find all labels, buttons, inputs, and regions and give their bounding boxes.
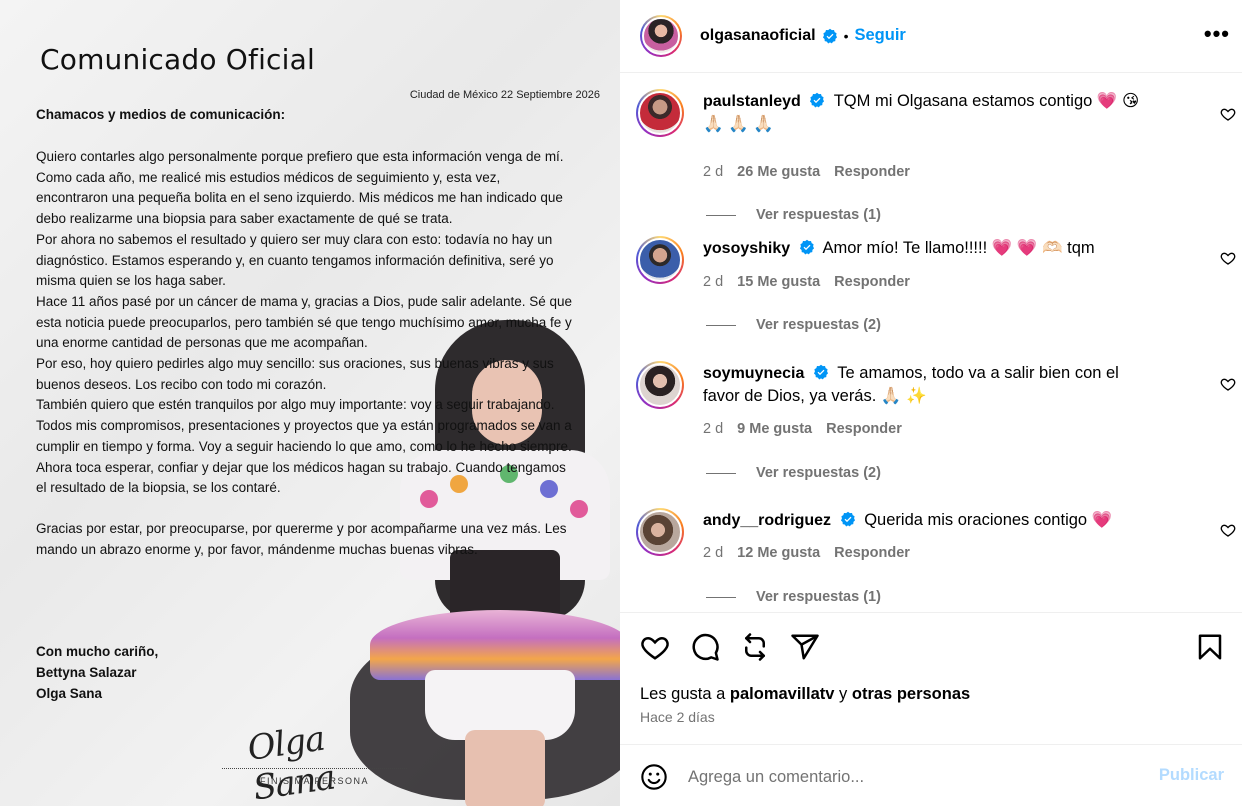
emoji-icon[interactable] — [640, 763, 668, 791]
comment-text-block: paulstanleyd TQM mi Olgasana estamos con… — [703, 90, 1158, 136]
publish-button[interactable]: Publicar — [1159, 766, 1224, 785]
document-paragraph: Por eso, hoy quiero pedirles algo muy se… — [36, 356, 554, 392]
post-actions: Les gusta a palomavillatv y otras person… — [620, 612, 1242, 806]
other-likers-link[interactable]: otras personas — [852, 685, 970, 703]
document-date: Ciudad de México 22 Septiembre 2026 — [409, 89, 600, 101]
commenter-username[interactable]: soymuynecia — [703, 365, 804, 382]
signature-caption: FINISIMA PERSONA — [259, 776, 370, 786]
share-icon[interactable] — [790, 632, 820, 662]
commenter-username[interactable]: andy__rodriguez — [703, 512, 831, 529]
comment-time: 2 d — [703, 164, 724, 180]
likes-summary: Les gusta a palomavillatv y otras person… — [640, 685, 970, 704]
document-paragraph: También quiero que estén tranquilos por … — [36, 397, 572, 454]
header-separator: • — [843, 27, 849, 44]
view-replies-button[interactable]: Ver respuestas (2) — [706, 317, 881, 333]
document-paragraph: Como cada año, me realicé mis estudios m… — [36, 169, 563, 227]
repost-icon[interactable] — [740, 632, 770, 662]
comment-text-block: soymuynecia Te amamos, todo va a salir b… — [703, 362, 1158, 408]
bookmark-icon[interactable] — [1195, 632, 1225, 662]
author-username[interactable]: olgasanaoficial — [700, 27, 816, 45]
verified-badge-icon — [840, 511, 855, 527]
add-comment-bar: Publicar — [620, 744, 1242, 806]
verified-badge-icon — [822, 28, 837, 43]
like-comment-heart-icon[interactable] — [1220, 522, 1236, 538]
comment-icon[interactable] — [690, 632, 720, 662]
comment-likes[interactable]: 15 Me gusta — [737, 274, 820, 290]
comment-likes[interactable]: 9 Me gusta — [737, 421, 812, 437]
follow-button[interactable]: Seguir — [855, 26, 906, 45]
closing-name: Olga Sana — [36, 686, 103, 701]
liked-by-username[interactable]: palomavillatv — [730, 685, 835, 703]
document-paragraph: Hace 11 años pasé por un cáncer de mama … — [36, 293, 573, 351]
replies-divider — [706, 596, 736, 598]
replies-divider — [706, 472, 736, 474]
comment-time: 2 d — [703, 274, 724, 290]
post-time[interactable]: Hace 2 días — [640, 709, 715, 725]
replies-divider — [706, 324, 736, 326]
view-replies-button[interactable]: Ver respuestas (1) — [706, 207, 881, 223]
closing-name: Bettyna Salazar — [36, 665, 137, 680]
signature-line — [222, 768, 407, 769]
comment-text-block: yosoyshiky Amor mío! Te llamo!!!!! 💗 💗 🫶… — [703, 237, 1158, 260]
closing-line: Con mucho cariño, — [36, 644, 159, 659]
commenter-avatar[interactable] — [636, 361, 684, 409]
post-header: olgasanaoficial • Seguir ••• — [620, 0, 1242, 73]
header-user: olgasanaoficial • Seguir — [700, 26, 906, 45]
verified-badge-icon — [799, 239, 814, 255]
document-closing: Con mucho cariño, Bettyna Salazar Olga S… — [36, 641, 158, 704]
comment-meta: 2 d 12 Me gusta Responder — [703, 545, 910, 561]
commenter-username[interactable]: yosoyshiky — [703, 240, 790, 257]
document-title: Comunicado Oficial — [40, 43, 315, 76]
post-image[interactable]: Comunicado Oficial Ciudad de México 22 S… — [0, 0, 620, 806]
reply-button[interactable]: Responder — [834, 274, 910, 290]
commenter-avatar[interactable] — [636, 89, 684, 137]
post-side-panel: olgasanaoficial • Seguir ••• paulstanley… — [620, 0, 1242, 806]
commenter-avatar[interactable] — [636, 236, 684, 284]
document-body: Quiero contarles algo personalmente porq… — [36, 147, 576, 560]
comment-time: 2 d — [703, 545, 724, 561]
view-replies-label: Ver respuestas (1) — [756, 589, 881, 605]
document-paragraph: Gracias por estar, por preocuparse, por … — [36, 520, 567, 557]
view-replies-label: Ver respuestas (1) — [756, 207, 881, 223]
comment-input[interactable] — [688, 764, 1128, 790]
comment-text: Querida mis oraciones contigo 💗 — [864, 511, 1113, 529]
reply-button[interactable]: Responder — [826, 421, 902, 437]
document-paragraph: Por ahora no sabemos el resultado y quie… — [36, 231, 554, 289]
more-options-icon[interactable]: ••• — [1204, 23, 1230, 45]
like-comment-heart-icon[interactable] — [1220, 106, 1236, 122]
view-replies-label: Ver respuestas (2) — [756, 465, 881, 481]
author-avatar[interactable] — [640, 15, 682, 57]
commenter-username[interactable]: paulstanleyd — [703, 93, 801, 110]
comment-likes[interactable]: 12 Me gusta — [737, 545, 820, 561]
comment-meta: 2 d 9 Me gusta Responder — [703, 421, 902, 437]
verified-badge-icon — [810, 92, 825, 108]
document-paragraph: Quiero contarles algo personalmente porq… — [36, 149, 564, 164]
view-replies-button[interactable]: Ver respuestas (1) — [706, 589, 881, 605]
comment-likes[interactable]: 26 Me gusta — [737, 164, 820, 180]
reply-button[interactable]: Responder — [834, 164, 910, 180]
like-comment-heart-icon[interactable] — [1220, 250, 1236, 266]
view-replies-label: Ver respuestas (2) — [756, 317, 881, 333]
replies-divider — [706, 214, 736, 216]
view-replies-button[interactable]: Ver respuestas (2) — [706, 465, 881, 481]
signature-script: Olga Sana — [245, 718, 338, 806]
signature: Olga Sana FINISIMA PERSONA — [222, 718, 407, 806]
comment-text: Amor mío! Te llamo!!!!! 💗 💗 🫶🏻 tqm — [822, 239, 1095, 257]
document-greeting: Chamacos y medios de comunicación: — [36, 107, 286, 122]
comment-meta: 2 d 15 Me gusta Responder — [703, 274, 910, 290]
comment-time: 2 d — [703, 421, 724, 437]
comments-list[interactable]: paulstanleyd TQM mi Olgasana estamos con… — [620, 74, 1242, 612]
heart-icon[interactable] — [640, 632, 670, 662]
verified-badge-icon — [813, 364, 829, 380]
likes-prefix: Les gusta a — [640, 685, 726, 703]
like-comment-heart-icon[interactable] — [1220, 376, 1236, 392]
comment-text-block: andy__rodriguez Querida mis oraciones co… — [703, 509, 1158, 532]
commenter-avatar[interactable] — [636, 508, 684, 556]
document-paragraph: Ahora toca esperar, confiar y dejar que … — [36, 459, 566, 496]
reply-button[interactable]: Responder — [834, 545, 910, 561]
comment-meta: 2 d 26 Me gusta Responder — [703, 164, 910, 180]
likes-and: y — [839, 685, 848, 703]
